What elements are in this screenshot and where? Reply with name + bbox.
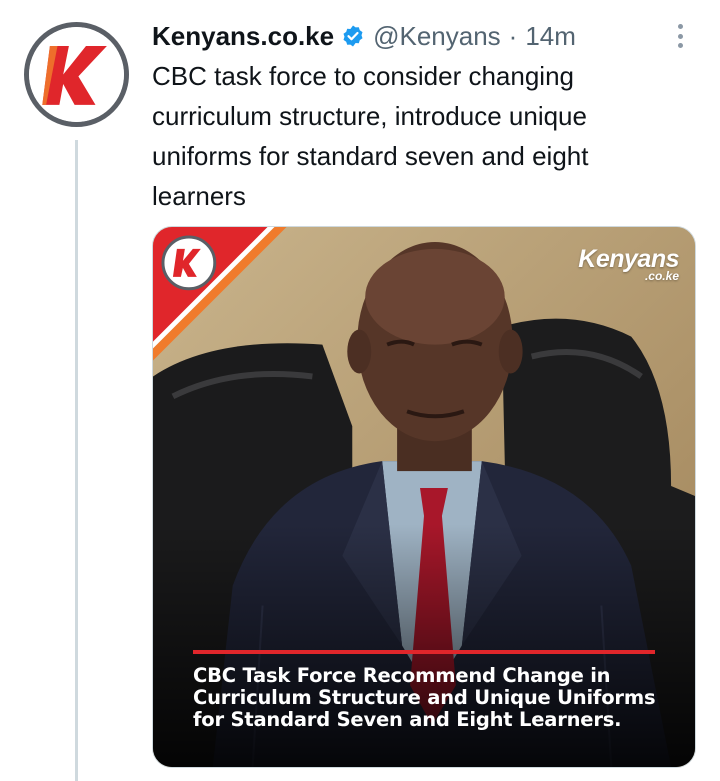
user-handle[interactable]: @Kenyans [373,21,501,52]
thread-connector-line [75,140,78,781]
avatar[interactable] [24,22,129,127]
tweet-text-line: uniforms for standard seven and eight [152,141,589,171]
tweet-text-line: learners [152,181,246,211]
tweet-text: CBC task force to consider changing curr… [152,56,697,216]
tweet-media-image[interactable]: Kenyans .co.ke CBC Task Force Recommend … [152,226,696,768]
kenyans-logo-icon [29,27,124,122]
display-name[interactable]: Kenyans.co.ke [152,21,334,52]
tweet-text-line: CBC task force to consider changing [152,61,574,91]
media-caption-line: CBC Task Force Recommend Change in [193,664,611,687]
media-caption-line: for Standard Seven and Eight Learners. [193,708,622,731]
tweet-timestamp[interactable]: 14m [525,21,576,52]
media-caption: CBC Task Force Recommend Change in Curri… [193,665,673,731]
more-dot [677,33,683,39]
separator-dot: · [508,20,518,51]
brand-watermark: Kenyans .co.ke [578,247,679,283]
tweet-header: Kenyans.co.ke @Kenyans · 14m [152,18,576,54]
caption-divider [193,650,655,654]
verified-badge-icon [343,25,363,47]
more-vertical-icon[interactable] [668,22,692,50]
more-dot [677,43,683,48]
more-dot [677,24,683,29]
tweet-text-line: curriculum structure, introduce unique [152,101,587,131]
media-caption-line: Curriculum Structure and Unique Uniforms [193,686,656,709]
